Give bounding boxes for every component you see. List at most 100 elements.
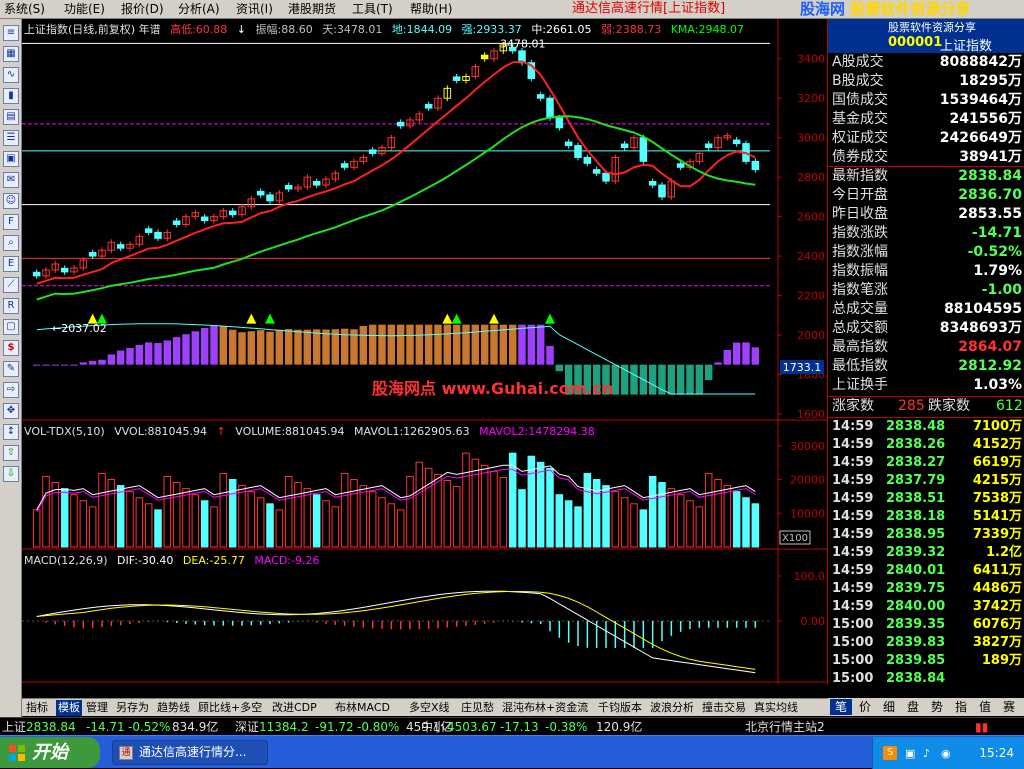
ime-icon[interactable]: S [883,746,897,760]
system-tray: S ▣ ♪ ◉ 15:24 [872,737,1024,769]
rsi-icon[interactable]: R [3,298,19,314]
zx-change: -17.13 [500,720,539,734]
quote-tab[interactable]: 笔 [830,699,852,715]
brand-slogan: 股票软件资源分享 [850,0,971,18]
formula-tab[interactable]: 庄见愁 [461,700,494,716]
candle-body [583,156,592,164]
candle-body [340,163,349,168]
oscillator-bar [686,364,694,395]
quote-row: 基金成交 241556万 [832,110,1022,129]
quote-tab[interactable]: 指 [950,699,972,715]
quote-tab[interactable]: 赛 [998,699,1020,715]
settings-icon[interactable]: ✎ [3,361,19,377]
tick-row: 14:59 2838.95 7339万 [832,526,1022,544]
candle-body [620,143,629,149]
list-icon[interactable]: ≡ [3,25,19,41]
formula-tab[interactable]: 撞击交易 [702,700,746,716]
oscillator-bar [434,324,442,365]
report-icon[interactable]: ☰ [3,130,19,146]
volume-bar [536,461,545,548]
menu-info[interactable]: 资讯(I) [236,2,273,17]
window-icon[interactable]: ▢ [3,319,19,335]
taskbar-item-tdx[interactable]: 通 通达信高速行情分... [112,740,268,765]
candle-body [536,94,545,99]
candle-body [658,184,666,198]
quote-tab[interactable]: 细 [878,699,900,715]
formula-tab[interactable]: 顾比线+多空 [198,700,262,716]
up-arrow-icon[interactable]: ⇧ [3,445,19,461]
formula-tab[interactable]: 多空X线 [409,700,450,716]
table-icon[interactable]: ▤ [3,109,19,125]
tick-price: 2839.32 [886,545,946,560]
formula-tab[interactable]: 指标 [26,700,48,716]
quote-row: 最高指数 2864.07 [832,338,1022,357]
menu-hk-futures[interactable]: 港股期货 [288,2,336,17]
formula-tab[interactable]: 布林MACD [335,700,390,716]
antivirus-icon[interactable]: ◉ [941,747,951,760]
kline-chart[interactable]: 3400320030002800260024002200200018001600… [22,19,828,684]
candle-body [88,252,97,257]
candle-body [676,163,685,168]
volume-icon[interactable]: ♪ [923,747,930,760]
zx-label: 中小 [421,720,446,734]
quote-label: 最高指数 [832,339,888,355]
tick-volume: 7100万 [972,419,1022,434]
candle-body [200,216,209,222]
volume-bar [191,494,200,548]
trend-icon[interactable]: ⟋ [3,277,19,293]
volume-bar [331,506,340,548]
tick-row: 14:59 2839.75 4486万 [832,580,1022,598]
tick-row: 14:59 2838.48 7100万 [832,418,1022,436]
export-icon[interactable]: ⇨ [3,382,19,398]
menu-analysis[interactable]: 分析(A) [178,2,220,17]
chart-area[interactable]: 3400 3200 3000 2800 2600 2400 2200 2000 1800 1600… [22,19,828,684]
formula-tab[interactable]: 管理 [86,700,108,716]
vol-unit-label: X100 [782,533,808,544]
ma-long-line [36,115,756,301]
calendar-icon[interactable]: ▣ [3,151,19,167]
zx-amount: 120.9亿 [596,720,643,734]
people-icon[interactable]: ☺ [3,193,19,209]
formula-tab[interactable]: 模板 [56,700,82,716]
dollar-icon[interactable]: $ [3,340,19,356]
f10-icon[interactable]: F [3,214,19,230]
line-chart-icon[interactable]: ∿ [3,67,19,83]
oscillator-bar [518,324,526,365]
tick-row: 15:00 2839.85 189万 [832,652,1022,670]
tick-price: 2839.75 [886,581,946,596]
menu-quote[interactable]: 报价(D) [121,2,164,17]
formula-tab[interactable]: 真实均线 [754,700,798,716]
formula-tab[interactable]: 改进CDP [272,700,317,716]
volume-bar [368,491,377,548]
quote-tab[interactable]: 价 [854,699,876,715]
volume-bar [79,500,88,548]
mail-icon[interactable]: ✉ [3,172,19,188]
menu-tools[interactable]: 工具(T) [352,2,393,17]
quote-label: A股成交 [832,54,884,70]
formula-tab[interactable]: 混沌布林+资金流 [502,700,588,716]
start-label: 开始 [32,742,68,763]
menu-function[interactable]: 功能(E) [64,2,105,17]
quote-tab[interactable]: 值 [974,699,996,715]
oscillator-bar [284,329,293,365]
sz-pct: -0.80% [357,720,400,734]
down-arrow-icon[interactable]: ⇩ [3,466,19,482]
candle-icon[interactable]: ▮ [3,88,19,104]
quote-tab[interactable]: 势 [926,699,948,715]
menu-system[interactable]: 系统(S) [4,2,45,17]
quote-tab[interactable]: 盘 [902,699,924,715]
tick-time: 14:59 [832,473,874,488]
formula-tab[interactable]: 另存为 [116,700,149,716]
grid-icon[interactable]: ▦ [3,46,19,62]
eth-icon[interactable]: E [3,256,19,272]
start-button[interactable]: 开始 [0,737,100,768]
move-icon[interactable]: ✥ [3,403,19,419]
formula-tab[interactable]: 波浪分析 [650,700,694,716]
menu-help[interactable]: 帮助(H) [410,2,452,17]
formula-tab[interactable]: 千钧版本 [598,700,642,716]
scale-icon[interactable]: ↕ [3,424,19,440]
tick-row: 15:00 2839.35 6076万 [832,616,1022,634]
network-icon[interactable]: ▣ [905,747,915,760]
formula-tab[interactable]: 趋势线 [157,700,190,716]
search-icon[interactable]: ⌕ [3,235,19,251]
